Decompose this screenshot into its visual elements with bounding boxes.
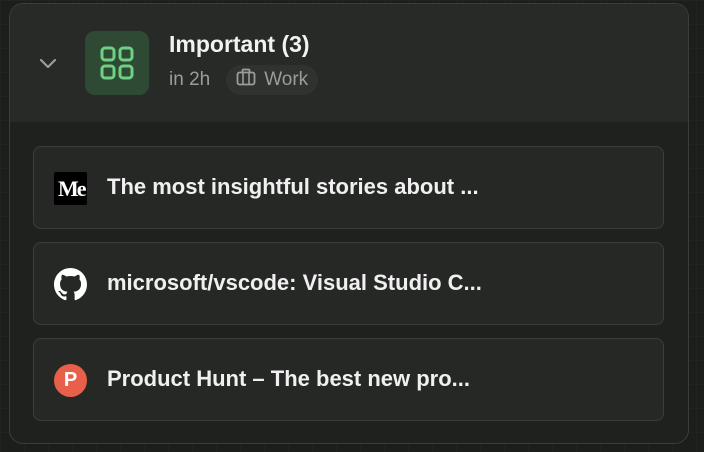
producthunt-logo-icon: P: [54, 364, 87, 397]
tab-item[interactable]: Me The most insightful stories about ...: [33, 146, 664, 229]
tab-item[interactable]: microsoft/vscode: Visual Studio C...: [33, 242, 664, 325]
workspace-tag-label: Work: [264, 69, 309, 90]
briefcase-icon: [236, 68, 256, 92]
group-title: Important (3): [169, 31, 310, 57]
workspace-tag[interactable]: Work: [226, 65, 319, 95]
chevron-down-icon[interactable]: [36, 51, 60, 75]
group-meta: in 2h Work: [169, 65, 319, 95]
tab-item-title: microsoft/vscode: Visual Studio C...: [107, 270, 482, 295]
tab-item[interactable]: P Product Hunt – The best new pro...: [33, 338, 664, 421]
tab-list: Me The most insightful stories about ...…: [33, 146, 664, 434]
grid-icon: [85, 31, 149, 95]
github-logo-icon: [54, 268, 87, 301]
tab-item-title: The most insightful stories about ...: [107, 174, 479, 199]
medium-logo-icon: Me: [54, 172, 87, 205]
group-time: in 2h: [169, 69, 211, 90]
tab-group-card: Important (3) in 2h Work Me The most ins…: [9, 3, 689, 444]
group-header[interactable]: Important (3) in 2h Work: [10, 4, 688, 122]
tab-item-title: Product Hunt – The best new pro...: [107, 366, 471, 391]
